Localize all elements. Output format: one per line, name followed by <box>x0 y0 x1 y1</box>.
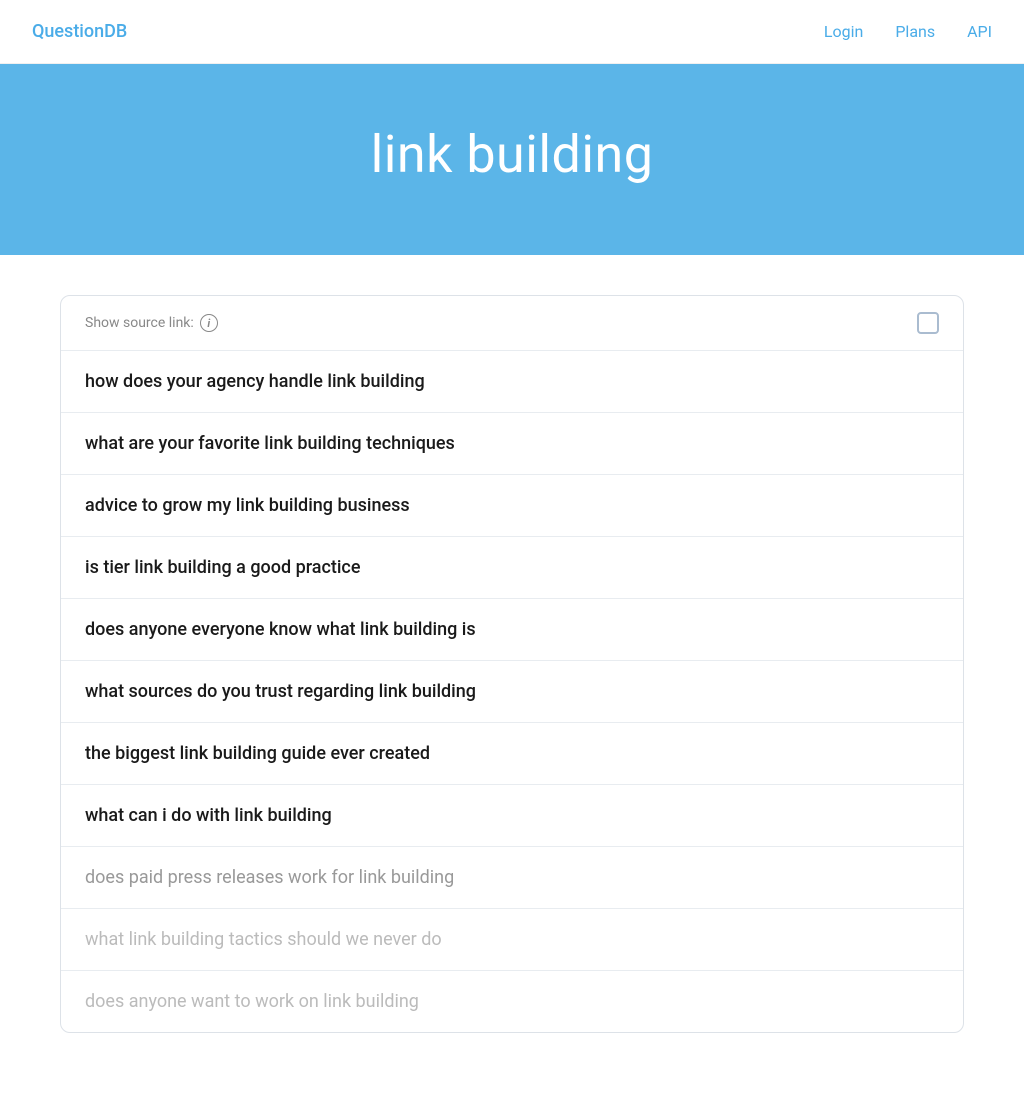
question-row[interactable]: advice to grow my link building business <box>61 475 963 537</box>
nav-plans[interactable]: Plans <box>895 22 935 41</box>
question-row[interactable]: does anyone want to work on link buildin… <box>61 971 963 1032</box>
question-row[interactable]: what sources do you trust regarding link… <box>61 661 963 723</box>
questions-list: how does your agency handle link buildin… <box>61 351 963 1032</box>
info-icon[interactable]: i <box>200 314 218 332</box>
nav-api[interactable]: API <box>967 22 992 41</box>
hero-title: link building <box>371 124 654 185</box>
question-row[interactable]: is tier link building a good practice <box>61 537 963 599</box>
question-row[interactable]: what can i do with link building <box>61 785 963 847</box>
source-link-row: Show source link: i <box>61 296 963 351</box>
question-row[interactable]: does paid press releases work for link b… <box>61 847 963 909</box>
question-row[interactable]: how does your agency handle link buildin… <box>61 351 963 413</box>
question-row[interactable]: does anyone everyone know what link buil… <box>61 599 963 661</box>
brand-logo[interactable]: QuestionDB <box>32 21 127 42</box>
nav-links: Login Plans API <box>824 22 992 41</box>
source-link-label: Show source link: i <box>85 314 218 332</box>
nav-login[interactable]: Login <box>824 22 863 41</box>
hero-section: link building <box>0 64 1024 255</box>
question-row[interactable]: what link building tactics should we nev… <box>61 909 963 971</box>
question-row[interactable]: the biggest link building guide ever cre… <box>61 723 963 785</box>
results-card: Show source link: i how does your agency… <box>60 295 964 1033</box>
source-link-checkbox[interactable] <box>917 312 939 334</box>
source-link-text: Show source link: <box>85 315 194 331</box>
navbar: QuestionDB Login Plans API <box>0 0 1024 64</box>
question-row[interactable]: what are your favorite link building tec… <box>61 413 963 475</box>
main-content: Show source link: i how does your agency… <box>0 255 1024 1093</box>
